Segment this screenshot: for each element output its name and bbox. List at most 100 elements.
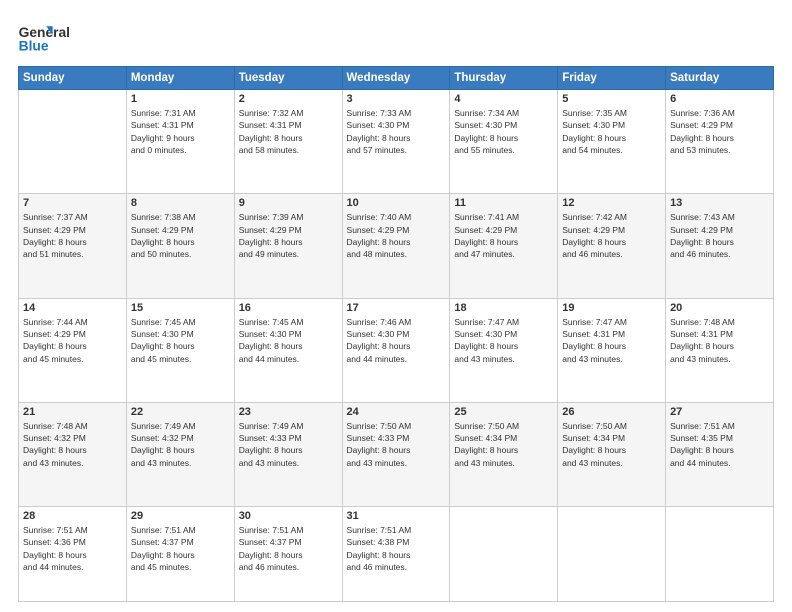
day-info: Sunrise: 7:46 AMSunset: 4:30 PMDaylight:… <box>347 316 446 365</box>
day-number: 27 <box>670 406 769 418</box>
day-number: 26 <box>562 406 661 418</box>
calendar-cell: 17 Sunrise: 7:46 AMSunset: 4:30 PMDayligh… <box>342 298 450 402</box>
day-info: Sunrise: 7:38 AMSunset: 4:29 PMDaylight:… <box>131 211 230 260</box>
day-number: 8 <box>131 197 230 209</box>
day-info: Sunrise: 7:51 AMSunset: 4:38 PMDaylight:… <box>347 524 446 573</box>
day-number: 14 <box>23 302 122 314</box>
day-number: 12 <box>562 197 661 209</box>
day-info: Sunrise: 7:50 AMSunset: 4:33 PMDaylight:… <box>347 420 446 469</box>
day-number: 15 <box>131 302 230 314</box>
calendar-cell: 5 Sunrise: 7:35 AMSunset: 4:30 PMDaylight… <box>558 90 666 194</box>
calendar-cell: 22 Sunrise: 7:49 AMSunset: 4:32 PMDayligh… <box>126 402 234 506</box>
day-info: Sunrise: 7:33 AMSunset: 4:30 PMDaylight:… <box>347 107 446 156</box>
calendar-header-monday: Monday <box>126 67 234 90</box>
calendar-week-row: 14 Sunrise: 7:44 AMSunset: 4:29 PMDayligh… <box>19 298 774 402</box>
day-number: 25 <box>454 406 553 418</box>
calendar-cell: 1 Sunrise: 7:31 AMSunset: 4:31 PMDaylight… <box>126 90 234 194</box>
calendar-header-tuesday: Tuesday <box>234 67 342 90</box>
day-number: 16 <box>239 302 338 314</box>
day-number: 11 <box>454 197 553 209</box>
calendar-cell: 31 Sunrise: 7:51 AMSunset: 4:38 PMDayligh… <box>342 507 450 602</box>
day-info: Sunrise: 7:50 AMSunset: 4:34 PMDaylight:… <box>454 420 553 469</box>
calendar-cell: 11 Sunrise: 7:41 AMSunset: 4:29 PMDayligh… <box>450 194 558 298</box>
day-number: 7 <box>23 197 122 209</box>
day-number: 19 <box>562 302 661 314</box>
calendar-cell: 24Sunrise: 7:50 AMSunset: 4:33 PMDayligh… <box>342 402 450 506</box>
day-number: 6 <box>670 93 769 105</box>
day-info: Sunrise: 7:51 AMSunset: 4:36 PMDaylight:… <box>23 524 122 573</box>
day-info: Sunrise: 7:48 AMSunset: 4:31 PMDaylight:… <box>670 316 769 365</box>
calendar-cell: 19 Sunrise: 7:47 AMSunset: 4:31 PMDayligh… <box>558 298 666 402</box>
calendar-header-sunday: Sunday <box>19 67 127 90</box>
calendar-header-thursday: Thursday <box>450 67 558 90</box>
day-number: 21 <box>23 406 122 418</box>
day-info: Sunrise: 7:51 AMSunset: 4:35 PMDaylight:… <box>670 420 769 469</box>
calendar-header-row: SundayMondayTuesdayWednesdayThursdayFrid… <box>19 67 774 90</box>
logo-icon: General Blue <box>18 22 83 56</box>
svg-text:Blue: Blue <box>19 38 49 54</box>
calendar-cell: 23 Sunrise: 7:49 AMSunset: 4:33 PMDayligh… <box>234 402 342 506</box>
day-number: 18 <box>454 302 553 314</box>
day-number: 5 <box>562 93 661 105</box>
day-info: Sunrise: 7:45 AMSunset: 4:30 PMDaylight:… <box>131 316 230 365</box>
day-number: 9 <box>239 197 338 209</box>
day-info: Sunrise: 7:31 AMSunset: 4:31 PMDaylight:… <box>131 107 230 156</box>
calendar-cell: 16 Sunrise: 7:45 AMSunset: 4:30 PMDayligh… <box>234 298 342 402</box>
calendar-header-friday: Friday <box>558 67 666 90</box>
day-info: Sunrise: 7:40 AMSunset: 4:29 PMDaylight:… <box>347 211 446 260</box>
calendar-cell: 6Sunrise: 7:36 AMSunset: 4:29 PMDaylight… <box>666 90 774 194</box>
calendar-cell: 14 Sunrise: 7:44 AMSunset: 4:29 PMDayligh… <box>19 298 127 402</box>
calendar-cell <box>450 507 558 602</box>
day-number: 28 <box>23 510 122 522</box>
day-info: Sunrise: 7:34 AMSunset: 4:30 PMDaylight:… <box>454 107 553 156</box>
day-number: 30 <box>239 510 338 522</box>
calendar-cell: 2Sunrise: 7:32 AMSunset: 4:31 PMDaylight… <box>234 90 342 194</box>
day-info: Sunrise: 7:35 AMSunset: 4:30 PMDaylight:… <box>562 107 661 156</box>
calendar-cell: 28 Sunrise: 7:51 AMSunset: 4:36 PMDayligh… <box>19 507 127 602</box>
calendar-cell: 15 Sunrise: 7:45 AMSunset: 4:30 PMDayligh… <box>126 298 234 402</box>
calendar-cell: 8 Sunrise: 7:38 AMSunset: 4:29 PMDaylight… <box>126 194 234 298</box>
calendar-cell: 3 Sunrise: 7:33 AMSunset: 4:30 PMDaylight… <box>342 90 450 194</box>
calendar-header-wednesday: Wednesday <box>342 67 450 90</box>
calendar-cell: 18 Sunrise: 7:47 AMSunset: 4:30 PMDayligh… <box>450 298 558 402</box>
calendar-table: SundayMondayTuesdayWednesdayThursdayFrid… <box>18 66 774 602</box>
calendar-cell <box>558 507 666 602</box>
day-number: 20 <box>670 302 769 314</box>
day-number: 1 <box>131 93 230 105</box>
day-info: Sunrise: 7:44 AMSunset: 4:29 PMDaylight:… <box>23 316 122 365</box>
day-info: Sunrise: 7:49 AMSunset: 4:32 PMDaylight:… <box>131 420 230 469</box>
calendar-cell <box>666 507 774 602</box>
day-number: 4 <box>454 93 553 105</box>
calendar-week-row: 7 Sunrise: 7:37 AMSunset: 4:29 PMDaylight… <box>19 194 774 298</box>
calendar-cell: 12 Sunrise: 7:42 AMSunset: 4:29 PMDayligh… <box>558 194 666 298</box>
day-number: 17 <box>347 302 446 314</box>
calendar-cell: 27 Sunrise: 7:51 AMSunset: 4:35 PMDayligh… <box>666 402 774 506</box>
calendar-cell: 21 Sunrise: 7:48 AMSunset: 4:32 PMDayligh… <box>19 402 127 506</box>
day-info: Sunrise: 7:51 AMSunset: 4:37 PMDaylight:… <box>131 524 230 573</box>
calendar-week-row: 21 Sunrise: 7:48 AMSunset: 4:32 PMDayligh… <box>19 402 774 506</box>
day-number: 31 <box>347 510 446 522</box>
header: General Blue <box>18 18 774 56</box>
day-info: Sunrise: 7:42 AMSunset: 4:29 PMDaylight:… <box>562 211 661 260</box>
day-number: 22 <box>131 406 230 418</box>
day-info: Sunrise: 7:47 AMSunset: 4:31 PMDaylight:… <box>562 316 661 365</box>
day-info: Sunrise: 7:45 AMSunset: 4:30 PMDaylight:… <box>239 316 338 365</box>
day-number: 29 <box>131 510 230 522</box>
calendar-cell: 25 Sunrise: 7:50 AMSunset: 4:34 PMDayligh… <box>450 402 558 506</box>
day-info: Sunrise: 7:50 AMSunset: 4:34 PMDaylight:… <box>562 420 661 469</box>
day-info: Sunrise: 7:49 AMSunset: 4:33 PMDaylight:… <box>239 420 338 469</box>
day-info: Sunrise: 7:51 AMSunset: 4:37 PMDaylight:… <box>239 524 338 573</box>
calendar-cell: 20 Sunrise: 7:48 AMSunset: 4:31 PMDayligh… <box>666 298 774 402</box>
day-number: 10 <box>347 197 446 209</box>
day-info: Sunrise: 7:48 AMSunset: 4:32 PMDaylight:… <box>23 420 122 469</box>
day-number: 23 <box>239 406 338 418</box>
calendar-cell: 10 Sunrise: 7:40 AMSunset: 4:29 PMDayligh… <box>342 194 450 298</box>
day-number: 3 <box>347 93 446 105</box>
day-info: Sunrise: 7:47 AMSunset: 4:30 PMDaylight:… <box>454 316 553 365</box>
day-number: 13 <box>670 197 769 209</box>
calendar-cell: 26 Sunrise: 7:50 AMSunset: 4:34 PMDayligh… <box>558 402 666 506</box>
day-number: 2 <box>239 93 338 105</box>
day-info: Sunrise: 7:37 AMSunset: 4:29 PMDaylight:… <box>23 211 122 260</box>
day-info: Sunrise: 7:41 AMSunset: 4:29 PMDaylight:… <box>454 211 553 260</box>
calendar-cell: 7 Sunrise: 7:37 AMSunset: 4:29 PMDaylight… <box>19 194 127 298</box>
